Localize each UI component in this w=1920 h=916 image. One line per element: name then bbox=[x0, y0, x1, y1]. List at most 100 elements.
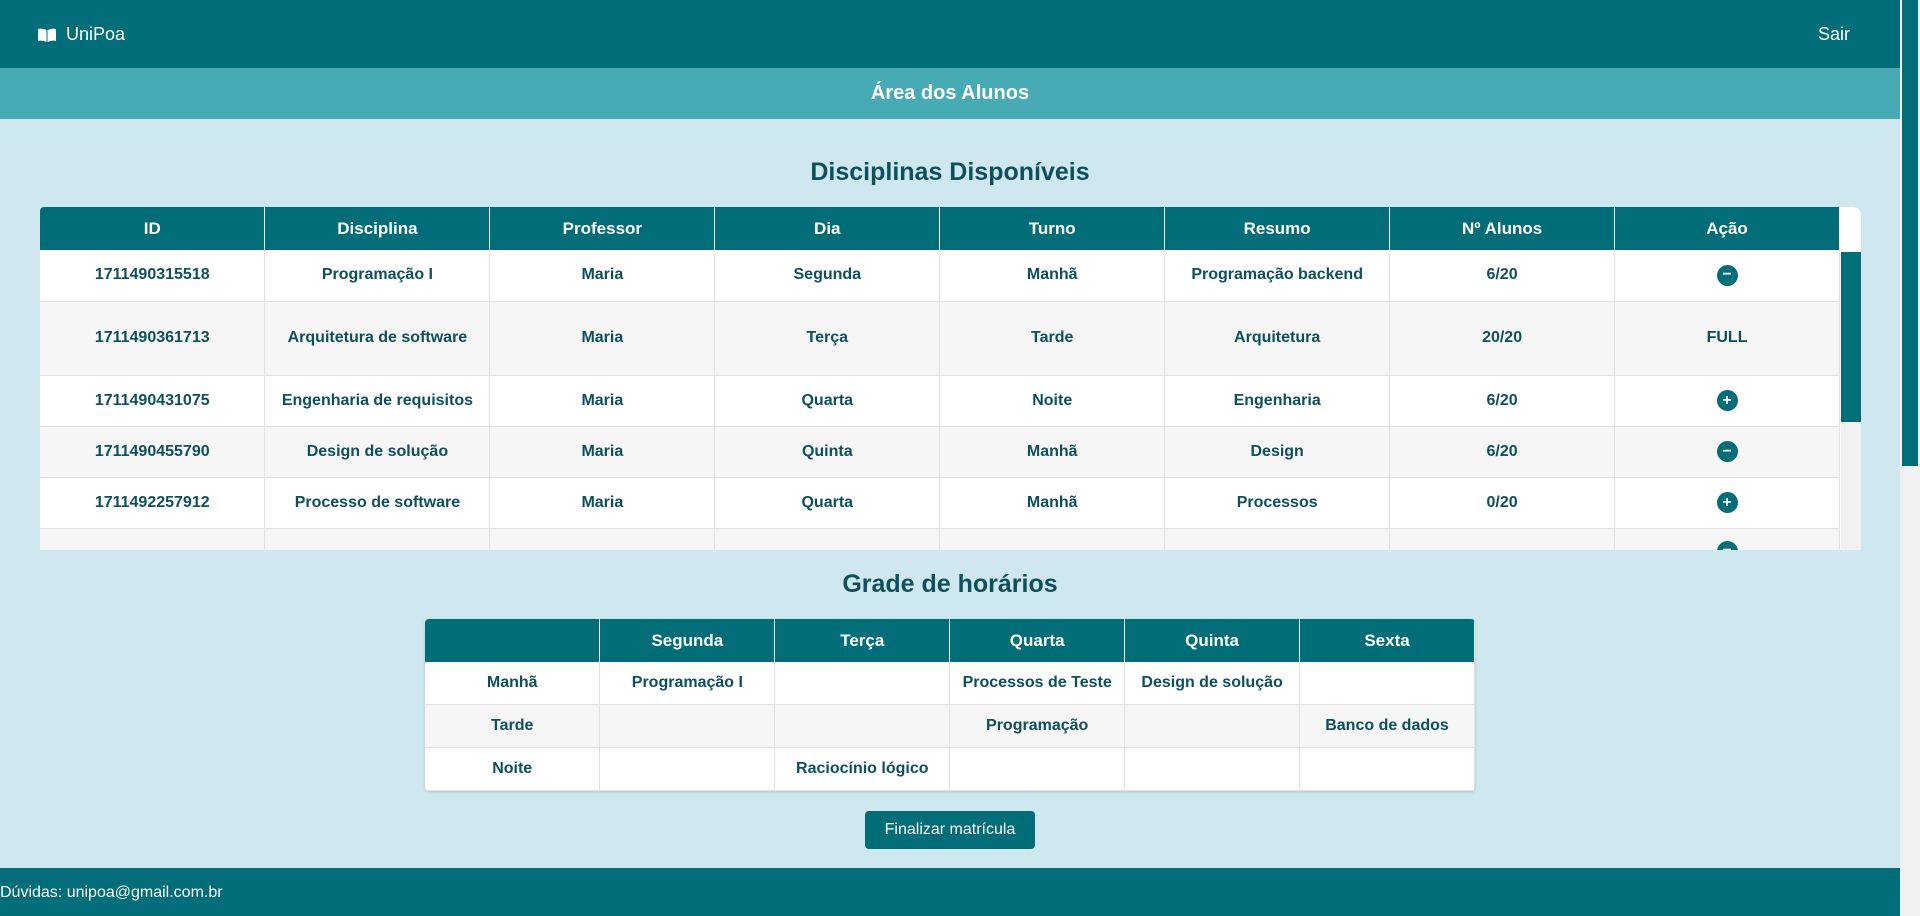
cell-professor: Maria bbox=[489, 426, 716, 478]
full-label: FULL bbox=[1706, 329, 1748, 346]
schedule-cell: Programação bbox=[949, 704, 1126, 748]
cell-disciplina: Design de solução bbox=[264, 426, 491, 478]
table-cell bbox=[489, 528, 716, 550]
schedule-cell: Design de solução bbox=[1124, 662, 1301, 705]
cell-acao: FULL bbox=[1614, 301, 1840, 376]
column-header: Segunda bbox=[599, 619, 776, 662]
table-scrollbar-thumb[interactable] bbox=[1841, 252, 1861, 422]
schedule-cell bbox=[1124, 747, 1301, 791]
table-header-row: ID Disciplina Professor Dia Turno Resumo… bbox=[40, 207, 1840, 250]
footer-contact: Dúvidas: unipoa@gmail.com.br bbox=[0, 884, 223, 901]
table-row: 1711492257912 Processo de software Maria Qu… bbox=[40, 477, 1840, 529]
minus-circle-icon[interactable]: − bbox=[1716, 441, 1738, 462]
column-header: Terça bbox=[774, 619, 951, 662]
schedule-cell bbox=[599, 747, 776, 791]
turno-label: Manhã bbox=[425, 662, 601, 705]
cell-resumo: Engenharia bbox=[1164, 375, 1391, 427]
column-header: Quinta bbox=[1124, 619, 1301, 662]
cell-acao: + bbox=[1614, 375, 1840, 427]
brand-name: UniPoa bbox=[66, 24, 126, 44]
column-header bbox=[425, 619, 601, 662]
column-header: Nº Alunos bbox=[1389, 207, 1616, 250]
cell-turno: Manhã bbox=[939, 477, 1166, 529]
cell-alunos: 0/20 bbox=[1389, 477, 1616, 529]
page-scrollbar-thumb[interactable] bbox=[1902, 0, 1918, 466]
cell-id: 1711490361713 bbox=[40, 301, 266, 376]
cell-disciplina: Programação I bbox=[264, 250, 491, 302]
disciplinas-table-container[interactable]: ID Disciplina Professor Dia Turno Resumo… bbox=[40, 207, 1861, 550]
schedule-cell bbox=[774, 662, 951, 705]
schedule-cell bbox=[1299, 747, 1475, 791]
schedule-cell bbox=[1124, 704, 1301, 748]
plus-circle-icon[interactable]: + bbox=[1716, 492, 1738, 513]
schedule-cell bbox=[949, 747, 1126, 791]
cell-id: 1711490455790 bbox=[40, 426, 266, 478]
cell-dia: Segunda bbox=[714, 250, 941, 302]
cell-turno: Manhã bbox=[939, 250, 1166, 302]
turno-label: Tarde bbox=[425, 704, 601, 748]
column-header: Quarta bbox=[949, 619, 1126, 662]
table-cell bbox=[1389, 528, 1616, 550]
cell-alunos: 20/20 bbox=[1389, 301, 1616, 376]
table-row: 1711490361713 Arquitetura de software Mari… bbox=[40, 301, 1840, 376]
cell-disciplina: Arquitetura de software bbox=[264, 301, 491, 376]
cell-professor: Maria bbox=[489, 301, 716, 376]
table-cell bbox=[1164, 528, 1391, 550]
cell-alunos: 6/20 bbox=[1389, 375, 1616, 427]
cell-resumo: Design bbox=[1164, 426, 1391, 478]
cell-disciplina: Engenharia de requisitos bbox=[264, 375, 491, 427]
finalizar-matricula-button[interactable]: Finalizar matrícula bbox=[865, 811, 1035, 849]
disciplinas-title: Disciplinas Disponíveis bbox=[810, 158, 1090, 186]
table-cell: − bbox=[1614, 528, 1840, 550]
schedule-cell: Banco de dados bbox=[1299, 704, 1475, 748]
cell-turno: Noite bbox=[939, 375, 1166, 427]
grade-table: Segunda Terça Quarta Quinta Sexta Manhã P… bbox=[425, 619, 1475, 791]
turno-label: Noite bbox=[425, 747, 601, 791]
cell-disciplina: Processo de software bbox=[264, 477, 491, 529]
plus-circle-icon[interactable]: + bbox=[1716, 390, 1738, 411]
grade-table-container: Segunda Terça Quarta Quinta Sexta Manhã P… bbox=[425, 619, 1475, 791]
schedule-cell bbox=[1299, 662, 1475, 705]
schedule-cell: Raciocínio lógico bbox=[774, 747, 951, 791]
schedule-cell: Processos de Teste bbox=[949, 662, 1126, 705]
cell-alunos: 6/20 bbox=[1389, 426, 1616, 478]
table-cell bbox=[939, 528, 1166, 550]
cell-professor: Maria bbox=[489, 250, 716, 302]
grade-title: Grade de horários bbox=[842, 570, 1058, 598]
cell-alunos: 6/20 bbox=[1389, 250, 1616, 302]
minus-circle-icon[interactable]: − bbox=[1716, 540, 1738, 550]
navbar: UniPoa Sair bbox=[0, 0, 1900, 68]
cell-acao: + bbox=[1614, 477, 1840, 529]
cell-id: 1711490315518 bbox=[40, 250, 266, 302]
schedule-cell bbox=[774, 704, 951, 748]
column-header: Ação bbox=[1614, 207, 1840, 250]
table-cell bbox=[40, 528, 266, 550]
schedule-cell bbox=[599, 704, 776, 748]
cell-resumo: Processos bbox=[1164, 477, 1391, 529]
cell-professor: Maria bbox=[489, 375, 716, 427]
cell-dia: Quarta bbox=[714, 375, 941, 427]
column-header: Sexta bbox=[1299, 619, 1475, 662]
footer: Dúvidas: unipoa@gmail.com.br bbox=[0, 868, 1900, 916]
column-header: Professor bbox=[489, 207, 716, 250]
column-header: ID bbox=[40, 207, 266, 250]
table-row: 1711490455790 Design de solução Maria Quint… bbox=[40, 426, 1840, 478]
cell-professor: Maria bbox=[489, 477, 716, 529]
cell-acao: − bbox=[1614, 250, 1840, 302]
brand-link[interactable]: UniPoa bbox=[38, 24, 125, 45]
cell-dia: Terça bbox=[714, 301, 941, 376]
cell-dia: Quinta bbox=[714, 426, 941, 478]
table-row: − bbox=[40, 528, 1840, 550]
column-header: Resumo bbox=[1164, 207, 1391, 250]
column-header: Disciplina bbox=[264, 207, 491, 250]
table-header-row: Segunda Terça Quarta Quinta Sexta bbox=[425, 619, 1475, 662]
minus-circle-icon[interactable]: − bbox=[1716, 264, 1738, 286]
table-cell bbox=[264, 528, 491, 550]
cell-acao: − bbox=[1614, 426, 1840, 478]
logout-link[interactable]: Sair bbox=[1818, 24, 1850, 45]
table-cell bbox=[714, 528, 941, 550]
cell-id: 1711490431075 bbox=[40, 375, 266, 427]
page-subheader: Área dos Alunos bbox=[0, 68, 1900, 119]
book-icon bbox=[38, 28, 56, 42]
cell-dia: Quarta bbox=[714, 477, 941, 529]
